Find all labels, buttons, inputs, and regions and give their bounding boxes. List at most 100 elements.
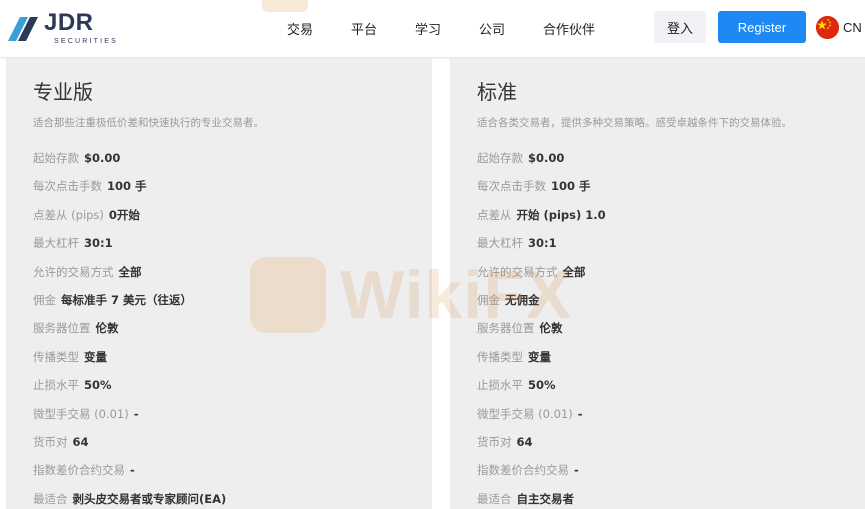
spec-row-best-for: 最适合 剥头皮交易者或专家顾问(EA) — [33, 491, 226, 507]
spec-value: 伦敦 — [539, 321, 563, 335]
spec-value: $0.00 — [84, 151, 121, 165]
spec-label: 点差从 (pips) — [33, 208, 104, 222]
spec-label: 起始存款 — [33, 151, 79, 165]
spec-value: 伦敦 — [95, 321, 119, 335]
spec-label: 允许的交易方式 — [477, 265, 558, 279]
spec-row-max-leverage: 最大杠杆 30:1 — [33, 235, 113, 251]
spec-value: 剥头皮交易者或专家顾问(EA) — [72, 492, 227, 506]
spec-row-micro-lots: 微型手交易 (0.01) - — [33, 406, 139, 422]
spec-label: 每次点击手数 — [477, 179, 546, 193]
spec-value: 每标准手 7 美元（往返） — [61, 293, 193, 307]
spec-row-server-location: 服务器位置 伦敦 — [477, 320, 563, 336]
spec-row-commission: 佣金 无佣金 — [477, 292, 540, 308]
spec-value: 全部 — [562, 265, 586, 279]
spec-row-commission: 佣金 每标准手 7 美元（往返） — [33, 292, 192, 308]
brand-logo[interactable]: JDR SECURITIES — [6, 8, 118, 48]
spec-label: 微型手交易 (0.01) — [33, 407, 129, 421]
spec-label: 最适合 — [33, 492, 68, 506]
spec-row-trading-styles: 允许的交易方式 全部 — [33, 264, 142, 280]
spec-row-best-for: 最适合 自主交易者 — [477, 491, 574, 507]
spec-label: 最适合 — [477, 492, 512, 506]
nav-item-platform[interactable]: 平台 — [351, 19, 377, 38]
spec-row-max-leverage: 最大杠杆 30:1 — [477, 235, 557, 251]
spec-value: 64 — [72, 435, 89, 449]
spec-label: 每次点击手数 — [33, 179, 102, 193]
spec-row-lots-per-click: 每次点击手数 100 手 — [477, 178, 591, 194]
jdr-logo-icon — [6, 13, 40, 43]
spec-value: 自主交易者 — [516, 492, 575, 506]
login-button[interactable]: 登入 — [654, 11, 706, 43]
spec-value: 100 手 — [551, 179, 591, 193]
spec-label: 点差从 — [477, 208, 512, 222]
spec-label: 止损水平 — [477, 378, 523, 392]
spec-row-spread-type: 传播类型 变量 — [33, 349, 107, 365]
spec-label: 传播类型 — [33, 350, 79, 364]
spec-row-stop-out-level: 止损水平 50% — [477, 377, 556, 393]
nav-item-trading[interactable]: 交易 — [287, 19, 313, 38]
spec-row-min-deposit: 起始存款 $0.00 — [33, 150, 120, 166]
china-flag-icon — [816, 16, 839, 39]
spec-label: 指数差价合约交易 — [33, 463, 125, 477]
nav-item-partners[interactable]: 合作伙伴 — [543, 19, 595, 38]
spec-label: 微型手交易 (0.01) — [477, 407, 573, 421]
spec-row-spread-from: 点差从 (pips) 0开始 — [33, 207, 140, 223]
spec-value: 50% — [528, 378, 556, 392]
spec-label: 服务器位置 — [477, 321, 535, 335]
plan-description: 适合那些注重极低价差和快速执行的专业交易者。 — [33, 117, 264, 129]
spec-value: - — [130, 463, 135, 477]
brand-subtitle: SECURITIES — [54, 38, 119, 45]
spec-value: 30:1 — [84, 236, 113, 250]
spec-row-trading-styles: 允许的交易方式 全部 — [477, 264, 586, 280]
spec-row-lots-per-click: 每次点击手数 100 手 — [33, 178, 147, 194]
spec-label: 传播类型 — [477, 350, 523, 364]
spec-label: 货币对 — [477, 435, 512, 449]
spec-row-index-cfds: 指数差价合约交易 - — [33, 462, 135, 478]
spec-label: 指数差价合约交易 — [477, 463, 569, 477]
spec-value: 全部 — [118, 265, 142, 279]
plan-description: 适合各类交易者，提供多种交易策略。感受卓越条件下的交易体验。 — [477, 117, 792, 129]
watermark-tab — [262, 0, 308, 12]
spec-label: 允许的交易方式 — [33, 265, 114, 279]
plan-title: 专业版 — [33, 80, 93, 104]
nav-item-learn[interactable]: 学习 — [415, 19, 441, 38]
spec-label: 止损水平 — [33, 378, 79, 392]
spec-value: - — [574, 463, 579, 477]
spec-row-min-deposit: 起始存款 $0.00 — [477, 150, 564, 166]
spec-label: 佣金 — [33, 293, 56, 307]
plan-card-standard: 标准 适合各类交易者，提供多种交易策略。感受卓越条件下的交易体验。 起始存款 $0… — [450, 58, 865, 509]
spec-value: 0开始 — [108, 208, 140, 222]
nav-item-company[interactable]: 公司 — [479, 19, 505, 38]
spec-value: - — [577, 407, 583, 421]
spec-value: 无佣金 — [505, 293, 540, 307]
spec-value: 开始 (pips) 1.0 — [516, 208, 606, 222]
spec-label: 最大杠杆 — [477, 236, 523, 250]
spec-row-spread-from: 点差从 开始 (pips) 1.0 — [477, 207, 606, 223]
spec-value: 50% — [84, 378, 112, 392]
spec-row-index-cfds: 指数差价合约交易 - — [477, 462, 579, 478]
spec-label: 货币对 — [33, 435, 68, 449]
spec-value: 100 手 — [107, 179, 147, 193]
spec-value: $0.00 — [528, 151, 565, 165]
spec-label: 起始存款 — [477, 151, 523, 165]
spec-row-currency-pairs: 货币对 64 — [33, 434, 89, 450]
spec-value: 64 — [516, 435, 533, 449]
spec-value: 30:1 — [528, 236, 557, 250]
spec-row-spread-type: 传播类型 变量 — [477, 349, 551, 365]
spec-value: 变量 — [84, 350, 107, 364]
spec-row-currency-pairs: 货币对 64 — [477, 434, 533, 450]
register-button[interactable]: Register — [718, 11, 806, 43]
language-selector[interactable]: CN — [816, 16, 862, 39]
spec-label: 最大杠杆 — [33, 236, 79, 250]
spec-value: 变量 — [528, 350, 551, 364]
spec-label: 佣金 — [477, 293, 500, 307]
plan-title: 标准 — [477, 80, 517, 104]
spec-row-server-location: 服务器位置 伦敦 — [33, 320, 119, 336]
top-navigation-bar: JDR SECURITIES 交易 平台 学习 公司 合作伙伴 登入 Regis… — [0, 0, 865, 58]
plan-card-pro: 专业版 适合那些注重极低价差和快速执行的专业交易者。 起始存款 $0.00 每次点… — [6, 58, 432, 509]
spec-row-stop-out-level: 止损水平 50% — [33, 377, 112, 393]
spec-value: - — [133, 407, 139, 421]
language-label: CN — [843, 20, 862, 35]
spec-row-micro-lots: 微型手交易 (0.01) - — [477, 406, 583, 422]
brand-name: JDR — [44, 9, 94, 36]
spec-label: 服务器位置 — [33, 321, 91, 335]
